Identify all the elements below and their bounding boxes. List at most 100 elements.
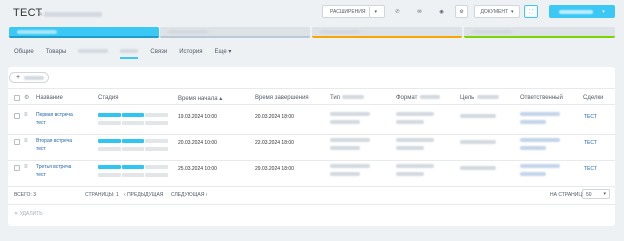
row-end-time: 29.03.2024 18:00 <box>255 166 294 172</box>
chevron-down-icon: ▾ <box>374 8 377 15</box>
row-type-blurred-2 <box>330 172 360 178</box>
row-responsible-blurred[interactable] <box>520 164 560 170</box>
stage-progress[interactable] <box>98 139 169 143</box>
tab-products[interactable]: Товары <box>46 49 67 55</box>
row-type-blurred <box>330 112 370 118</box>
row-type-blurred-2 <box>330 120 360 126</box>
row-format-blurred <box>396 138 434 144</box>
row-checkbox[interactable] <box>14 113 20 119</box>
row-type-blurred <box>330 138 370 144</box>
column-settings-gear-icon[interactable]: ⚙ <box>24 94 29 101</box>
row-name-line1[interactable]: Третья встреча <box>36 164 71 170</box>
row-name-line2[interactable]: тест <box>36 120 46 126</box>
column-header-responsible[interactable]: Ответственный <box>520 95 563 101</box>
add-button-label-blurred <box>24 75 45 80</box>
prev-page-link[interactable]: ‹ ПРЕДЫДУЩАЯ <box>124 192 163 198</box>
mail-icon[interactable]: ✉ <box>411 5 428 18</box>
chevron-down-icon: ▾ <box>602 8 605 15</box>
row-name-line2[interactable]: тест <box>36 146 46 152</box>
row-responsible-blurred[interactable] <box>520 112 560 118</box>
stage-segment-3[interactable] <box>312 27 462 38</box>
primary-action-button[interactable]: ▾ <box>549 5 615 18</box>
row-checkbox[interactable] <box>14 165 20 171</box>
total-count: ВСЕГО: 3 <box>14 192 36 198</box>
close-icon: ✕ <box>14 211 19 217</box>
table-row[interactable]: ≡ Первая встреча тест 19.03.2024 10:00 2… <box>8 110 615 134</box>
stage-progress[interactable] <box>98 113 169 117</box>
column-header-name[interactable]: Название <box>36 95 63 101</box>
chevron-left-icon: ‹ <box>124 192 126 198</box>
next-page-link[interactable]: СЛЕДУЮЩАЯ › <box>171 192 207 198</box>
row-format-blurred-2 <box>396 146 424 152</box>
plus-icon: + <box>16 74 21 81</box>
row-goal-blurred <box>460 140 496 146</box>
sort-arrow-up-icon: ▴ <box>219 96 223 102</box>
add-activity-button[interactable]: + <box>9 72 49 83</box>
tab-bar: Общие Товары Связи История Еще ▾ <box>14 48 243 59</box>
table-row[interactable]: ≡ Вторая встреча тест 20.03.2024 10:00 2… <box>8 136 615 160</box>
pages-count: СТРАНИЦЫ: 1 <box>85 192 119 198</box>
row-start-time: 19.03.2024 10:00 <box>178 114 217 120</box>
row-responsible-blurred-2[interactable] <box>520 120 546 126</box>
tab-history[interactable]: История <box>179 49 202 55</box>
title-blurred-id <box>44 12 102 17</box>
select-all-checkbox[interactable] <box>14 95 20 101</box>
extensions-label: РАСШИРЕНИЯ <box>329 8 366 15</box>
row-menu-icon[interactable]: ≡ <box>24 138 28 144</box>
row-goal-blurred <box>460 114 496 120</box>
extensions-button[interactable]: РАСШИРЕНИЯ ▾ <box>322 5 385 18</box>
row-responsible-blurred[interactable] <box>520 138 560 144</box>
row-type-blurred <box>330 164 370 170</box>
chevron-down-icon: ▾ <box>228 49 232 55</box>
stage-segment-2[interactable] <box>160 27 310 38</box>
stage-progress[interactable] <box>98 165 169 169</box>
column-header-goal[interactable]: Цель <box>460 95 500 101</box>
column-header-type[interactable]: Тип <box>330 95 365 101</box>
chevron-right-icon: › <box>205 192 208 198</box>
row-end-time: 20.03.2024 18:00 <box>255 114 294 120</box>
column-header-end[interactable]: Время завершения <box>255 95 309 101</box>
phone-icon[interactable]: ✆ <box>389 5 406 18</box>
stage-progress-secondary <box>98 121 169 125</box>
row-deal-link[interactable]: ТЕСТ <box>584 114 597 120</box>
chevron-down-icon: ▾ <box>603 191 606 197</box>
stage-segment-1[interactable] <box>9 27 159 38</box>
chevron-down-icon: ▾ <box>511 8 514 15</box>
column-header-stage[interactable]: Стадия <box>98 95 118 101</box>
row-name-line1[interactable]: Вторая встреча <box>36 138 72 144</box>
expand-icon[interactable]: ⛶ <box>524 5 538 18</box>
record-icon[interactable]: ◉ <box>433 5 450 18</box>
document-button[interactable]: ДОКУМЕНТ ▾ <box>474 5 520 18</box>
row-start-time: 25.03.2024 10:00 <box>178 166 217 172</box>
row-responsible-blurred-2[interactable] <box>520 146 546 152</box>
row-goal-blurred <box>460 166 496 172</box>
column-header-start[interactable]: Время начала ▴ <box>178 95 222 102</box>
column-header-deals[interactable]: Сделки <box>583 95 603 101</box>
row-deal-link[interactable]: ТЕСТ <box>584 166 597 172</box>
row-name-line1[interactable]: Первая встреча <box>36 112 73 118</box>
settings-gear-icon[interactable]: ⚙ <box>455 5 468 18</box>
tab-more[interactable]: Еще ▾ <box>214 48 231 55</box>
row-format-blurred <box>396 112 434 118</box>
document-label: ДОКУМЕНТ <box>480 8 509 15</box>
tab-links[interactable]: Связи <box>150 49 167 55</box>
row-type-blurred-2 <box>330 146 360 152</box>
row-checkbox[interactable] <box>14 139 20 145</box>
per-page-select[interactable]: 50 ▾ <box>582 189 610 199</box>
row-responsible-blurred-2[interactable] <box>520 172 546 178</box>
column-header-format[interactable]: Формат <box>396 95 441 101</box>
row-menu-icon[interactable]: ≡ <box>24 164 28 170</box>
tab-blurred-1[interactable] <box>78 48 109 55</box>
row-format-blurred <box>396 164 434 170</box>
edit-pencil-icon[interactable]: ✎ <box>38 11 43 18</box>
stage-segment-4[interactable] <box>464 27 615 38</box>
table-row[interactable]: ≡ Третья встреча тест 25.03.2024 10:00 2… <box>8 162 615 186</box>
row-end-time: 22.03.2024 18:00 <box>255 140 294 146</box>
row-deal-link[interactable]: ТЕСТ <box>584 140 597 146</box>
row-menu-icon[interactable]: ≡ <box>24 112 28 118</box>
tab-blurred-active[interactable] <box>120 48 139 59</box>
delete-button[interactable]: ✕ УДАЛИТЬ <box>14 211 43 217</box>
tab-general[interactable]: Общие <box>14 49 34 55</box>
row-name-line2[interactable]: тест <box>36 172 46 178</box>
stage-progress-secondary <box>98 173 169 177</box>
